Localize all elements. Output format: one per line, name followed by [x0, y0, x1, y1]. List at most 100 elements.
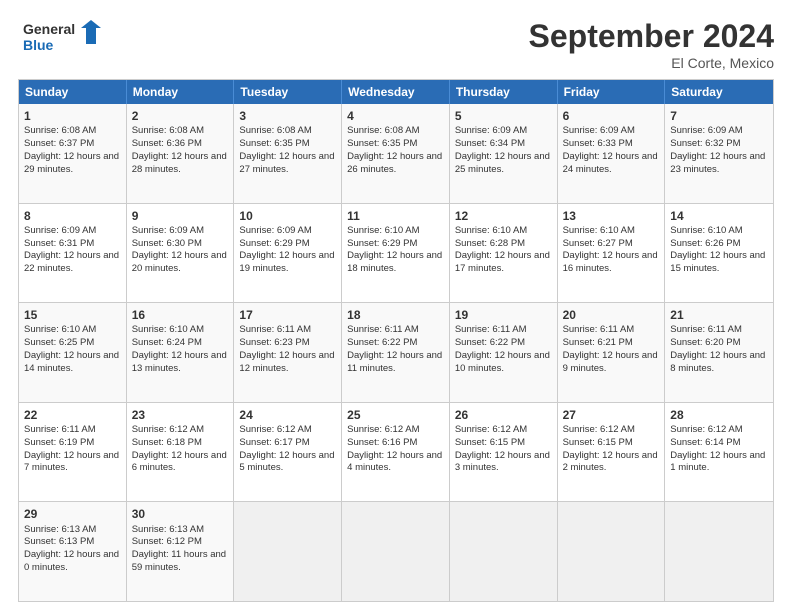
week-row-2: 8 Sunrise: 6:09 AM Sunset: 6:31 PM Dayli…	[19, 203, 773, 303]
sunrise-11: Sunrise: 6:10 AM	[347, 225, 419, 236]
day-13: 13 Sunrise: 6:10 AM Sunset: 6:27 PM Dayl…	[558, 204, 666, 303]
daylight-8: Daylight: 12 hours and 22 minutes.	[24, 250, 119, 274]
sunset-11: Sunset: 6:29 PM	[347, 238, 417, 249]
day-3: 3 Sunrise: 6:08 AM Sunset: 6:35 PM Dayli…	[234, 104, 342, 203]
daylight-12: Daylight: 12 hours and 17 minutes.	[455, 250, 550, 274]
daylight-28: Daylight: 12 hours and 1 minute.	[670, 450, 765, 474]
daylight-29: Daylight: 12 hours and 0 minutes.	[24, 549, 119, 573]
sunset-6: Sunset: 6:33 PM	[563, 138, 633, 149]
sunset-28: Sunset: 6:14 PM	[670, 437, 740, 448]
sunset-21: Sunset: 6:20 PM	[670, 337, 740, 348]
day-number-9: 9	[132, 208, 229, 224]
page: General Blue September 2024 El Corte, Me…	[0, 0, 792, 612]
sunrise-10: Sunrise: 6:09 AM	[239, 225, 311, 236]
day-18: 18 Sunrise: 6:11 AM Sunset: 6:22 PM Dayl…	[342, 303, 450, 402]
week-row-3: 15 Sunrise: 6:10 AM Sunset: 6:25 PM Dayl…	[19, 302, 773, 402]
sunrise-6: Sunrise: 6:09 AM	[563, 125, 635, 136]
day-number-22: 22	[24, 407, 121, 423]
day-number-24: 24	[239, 407, 336, 423]
day-number-11: 11	[347, 208, 444, 224]
daylight-3: Daylight: 12 hours and 27 minutes.	[239, 151, 334, 175]
sunset-14: Sunset: 6:26 PM	[670, 238, 740, 249]
sunrise-13: Sunrise: 6:10 AM	[563, 225, 635, 236]
sunrise-27: Sunrise: 6:12 AM	[563, 424, 635, 435]
empty-cell-2	[342, 502, 450, 601]
sunset-10: Sunset: 6:29 PM	[239, 238, 309, 249]
sunrise-8: Sunrise: 6:09 AM	[24, 225, 96, 236]
day-number-8: 8	[24, 208, 121, 224]
sunrise-21: Sunrise: 6:11 AM	[670, 324, 742, 335]
header-monday: Monday	[127, 80, 235, 104]
header: General Blue September 2024 El Corte, Me…	[18, 18, 774, 71]
day-1: 1 Sunrise: 6:08 AM Sunset: 6:37 PM Dayli…	[19, 104, 127, 203]
calendar-header: Sunday Monday Tuesday Wednesday Thursday…	[19, 80, 773, 104]
title-block: September 2024 El Corte, Mexico	[529, 18, 774, 71]
day-number-18: 18	[347, 307, 444, 323]
day-4: 4 Sunrise: 6:08 AM Sunset: 6:35 PM Dayli…	[342, 104, 450, 203]
day-27: 27 Sunrise: 6:12 AM Sunset: 6:15 PM Dayl…	[558, 403, 666, 502]
day-number-25: 25	[347, 407, 444, 423]
day-2: 2 Sunrise: 6:08 AM Sunset: 6:36 PM Dayli…	[127, 104, 235, 203]
day-14: 14 Sunrise: 6:10 AM Sunset: 6:26 PM Dayl…	[665, 204, 773, 303]
sunset-16: Sunset: 6:24 PM	[132, 337, 202, 348]
daylight-4: Daylight: 12 hours and 26 minutes.	[347, 151, 442, 175]
day-number-21: 21	[670, 307, 768, 323]
day-number-5: 5	[455, 108, 552, 124]
sunset-1: Sunset: 6:37 PM	[24, 138, 94, 149]
sunset-2: Sunset: 6:36 PM	[132, 138, 202, 149]
day-15: 15 Sunrise: 6:10 AM Sunset: 6:25 PM Dayl…	[19, 303, 127, 402]
sunrise-7: Sunrise: 6:09 AM	[670, 125, 742, 136]
day-29: 29 Sunrise: 6:13 AM Sunset: 6:13 PM Dayl…	[19, 502, 127, 601]
day-number-30: 30	[132, 506, 229, 522]
week-row-1: 1 Sunrise: 6:08 AM Sunset: 6:37 PM Dayli…	[19, 104, 773, 203]
sunset-9: Sunset: 6:30 PM	[132, 238, 202, 249]
week-row-5: 29 Sunrise: 6:13 AM Sunset: 6:13 PM Dayl…	[19, 501, 773, 601]
day-number-12: 12	[455, 208, 552, 224]
daylight-21: Daylight: 12 hours and 8 minutes.	[670, 350, 765, 374]
sunrise-12: Sunrise: 6:10 AM	[455, 225, 527, 236]
daylight-5: Daylight: 12 hours and 25 minutes.	[455, 151, 550, 175]
sunset-25: Sunset: 6:16 PM	[347, 437, 417, 448]
daylight-16: Daylight: 12 hours and 13 minutes.	[132, 350, 227, 374]
sunrise-1: Sunrise: 6:08 AM	[24, 125, 96, 136]
sunrise-22: Sunrise: 6:11 AM	[24, 424, 96, 435]
day-26: 26 Sunrise: 6:12 AM Sunset: 6:15 PM Dayl…	[450, 403, 558, 502]
day-number-6: 6	[563, 108, 660, 124]
day-22: 22 Sunrise: 6:11 AM Sunset: 6:19 PM Dayl…	[19, 403, 127, 502]
header-thursday: Thursday	[450, 80, 558, 104]
day-number-29: 29	[24, 506, 121, 522]
day-25: 25 Sunrise: 6:12 AM Sunset: 6:16 PM Dayl…	[342, 403, 450, 502]
sunrise-26: Sunrise: 6:12 AM	[455, 424, 527, 435]
day-number-7: 7	[670, 108, 768, 124]
sunset-20: Sunset: 6:21 PM	[563, 337, 633, 348]
svg-text:Blue: Blue	[23, 37, 54, 53]
day-number-19: 19	[455, 307, 552, 323]
daylight-1: Daylight: 12 hours and 29 minutes.	[24, 151, 119, 175]
daylight-11: Daylight: 12 hours and 18 minutes.	[347, 250, 442, 274]
day-number-10: 10	[239, 208, 336, 224]
sunset-30: Sunset: 6:12 PM	[132, 536, 202, 547]
day-10: 10 Sunrise: 6:09 AM Sunset: 6:29 PM Dayl…	[234, 204, 342, 303]
sunset-17: Sunset: 6:23 PM	[239, 337, 309, 348]
daylight-13: Daylight: 12 hours and 16 minutes.	[563, 250, 658, 274]
day-28: 28 Sunrise: 6:12 AM Sunset: 6:14 PM Dayl…	[665, 403, 773, 502]
day-number-17: 17	[239, 307, 336, 323]
sunrise-2: Sunrise: 6:08 AM	[132, 125, 204, 136]
sunrise-23: Sunrise: 6:12 AM	[132, 424, 204, 435]
general-blue-logo-icon: General Blue	[18, 18, 108, 58]
daylight-26: Daylight: 12 hours and 3 minutes.	[455, 450, 550, 474]
sunrise-17: Sunrise: 6:11 AM	[239, 324, 311, 335]
day-6: 6 Sunrise: 6:09 AM Sunset: 6:33 PM Dayli…	[558, 104, 666, 203]
sunset-22: Sunset: 6:19 PM	[24, 437, 94, 448]
calendar-body: 1 Sunrise: 6:08 AM Sunset: 6:37 PM Dayli…	[19, 104, 773, 601]
day-number-15: 15	[24, 307, 121, 323]
sunset-4: Sunset: 6:35 PM	[347, 138, 417, 149]
day-30: 30 Sunrise: 6:13 AM Sunset: 6:12 PM Dayl…	[127, 502, 235, 601]
daylight-19: Daylight: 12 hours and 10 minutes.	[455, 350, 550, 374]
daylight-2: Daylight: 12 hours and 28 minutes.	[132, 151, 227, 175]
day-number-27: 27	[563, 407, 660, 423]
day-16: 16 Sunrise: 6:10 AM Sunset: 6:24 PM Dayl…	[127, 303, 235, 402]
sunrise-20: Sunrise: 6:11 AM	[563, 324, 635, 335]
sunrise-24: Sunrise: 6:12 AM	[239, 424, 311, 435]
sunset-18: Sunset: 6:22 PM	[347, 337, 417, 348]
